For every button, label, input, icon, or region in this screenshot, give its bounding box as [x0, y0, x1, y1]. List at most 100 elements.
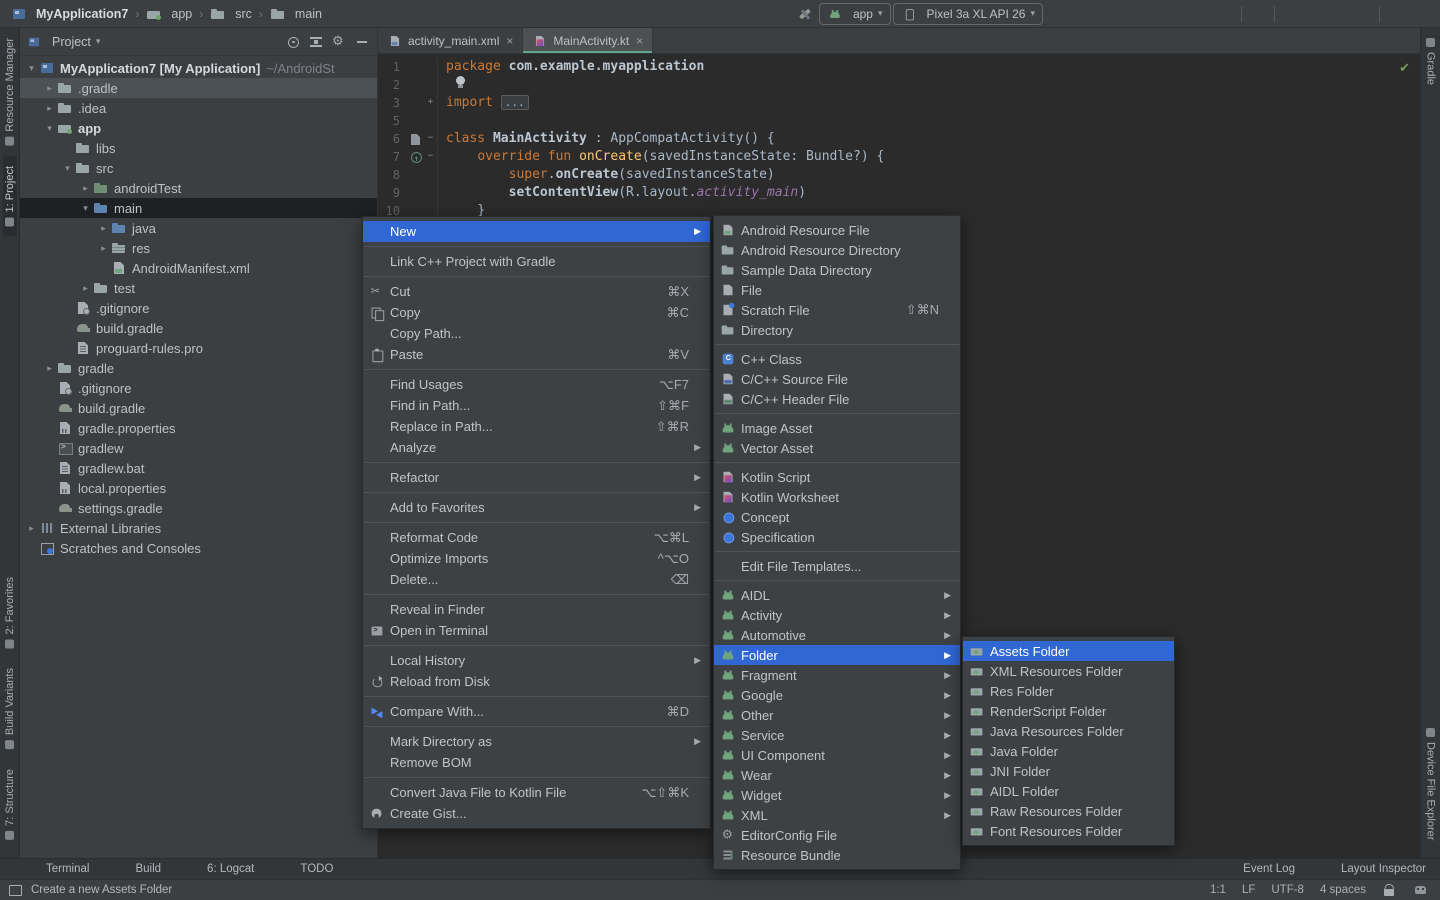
menu-item[interactable]: Add to Favorites ▶: [363, 497, 710, 518]
toolbar-icon[interactable]: [1069, 3, 1093, 25]
tree-arrow-icon[interactable]: ▸: [42, 103, 57, 114]
fold-marker[interactable]: [424, 58, 437, 76]
menu-item[interactable]: Kotlin Script ▶: [714, 467, 960, 487]
menu-item[interactable]: Find Usages ⌥F7 ▶: [363, 374, 710, 395]
menu-item[interactable]: Other ▶: [714, 705, 960, 725]
unlock-icon[interactable]: [1382, 883, 1397, 897]
menu-item[interactable]: Android Resource File ▶: [714, 220, 960, 240]
menu-item[interactable]: Google ▶: [714, 685, 960, 705]
code-line[interactable]: 2: [378, 76, 1420, 94]
tree-row[interactable]: ▸ androidTest: [20, 178, 377, 198]
menu-item[interactable]: New ▶: [363, 221, 710, 242]
related-icon[interactable]: [408, 130, 424, 148]
menu-item[interactable]: Open in Terminal ▶: [363, 620, 710, 641]
menu-item[interactable]: Analyze ▶: [363, 437, 710, 458]
gutter-icon[interactable]: [408, 76, 424, 94]
fold-marker[interactable]: [424, 112, 437, 130]
tree-row[interactable]: gradle.properties: [20, 418, 377, 438]
toolbar-icon[interactable]: [1279, 3, 1303, 25]
tree-row[interactable]: ▾ app: [20, 118, 377, 138]
code-line[interactable]: 9 setContentView(R.layout.activity_main): [378, 184, 1420, 202]
tree-arrow-icon[interactable]: ▸: [42, 363, 57, 374]
menu-item[interactable]: Reformat Code ⌥⌘L ▶: [363, 527, 710, 548]
menu-item[interactable]: Reveal in Finder ▶: [363, 599, 710, 620]
menu-item[interactable]: Link C++ Project with Gradle ▶: [363, 251, 710, 272]
gutter-icon[interactable]: [408, 112, 424, 130]
menu-item[interactable]: Paste ⌘V ▶: [363, 344, 710, 365]
code-line[interactable]: 8 super.onCreate(savedInstanceState): [378, 166, 1420, 184]
tree-row[interactable]: ▸ gradle: [20, 358, 377, 378]
menu-item[interactable]: Create Gist... ▶: [363, 803, 710, 824]
tool-window-button[interactable]: Gradle: [1424, 28, 1438, 95]
tree-row[interactable]: gradlew.bat: [20, 458, 377, 478]
menu-item[interactable]: Res Folder ▶: [963, 681, 1174, 701]
tree-row[interactable]: ▸ test: [20, 278, 377, 298]
menu-item[interactable]: Raw Resources Folder ▶: [963, 801, 1174, 821]
menu-item[interactable]: Delete... ⌫ ▶: [363, 569, 710, 590]
tool-window-button[interactable]: Terminal: [26, 862, 89, 876]
gutter-icon[interactable]: [408, 94, 424, 112]
code-line[interactable]: 3 + import ...: [378, 94, 1420, 112]
menu-item[interactable]: C++ Class ▶: [714, 349, 960, 369]
fold-marker[interactable]: [424, 184, 437, 202]
breadcrumb-item[interactable]: MyApplication7: [8, 6, 131, 22]
menu-item[interactable]: RenderScript Folder ▶: [963, 701, 1174, 721]
toggle-tool-windows-icon[interactable]: [8, 883, 23, 897]
menu-item[interactable]: Sample Data Directory ▶: [714, 260, 960, 280]
toolbar-icon[interactable]: [1117, 3, 1141, 25]
menu-item[interactable]: Font Resources Folder ▶: [963, 821, 1174, 841]
toolbar-icon[interactable]: [1384, 3, 1408, 25]
intention-bulb-icon[interactable]: [456, 76, 465, 88]
menu-item[interactable]: Local History ▶: [363, 650, 710, 671]
gutter-icon[interactable]: [408, 166, 424, 184]
menu-item[interactable]: Java Resources Folder ▶: [963, 721, 1174, 741]
menu-item[interactable]: Cut ⌘X ▶: [363, 281, 710, 302]
tree-arrow-icon[interactable]: ▾: [60, 163, 75, 174]
tree-row[interactable]: gradlew: [20, 438, 377, 458]
tree-row[interactable]: build.gradle: [20, 398, 377, 418]
menu-item[interactable]: Vector Asset ▶: [714, 438, 960, 458]
gutter-icon[interactable]: [408, 184, 424, 202]
menu-item[interactable]: Android Resource Directory ▶: [714, 240, 960, 260]
tool-window-button[interactable]: Layout Inspector: [1321, 862, 1426, 876]
menu-item[interactable]: Reload from Disk ▶: [363, 671, 710, 692]
toolbar-icon[interactable]: [1303, 3, 1327, 25]
menu-item[interactable]: XML ▶: [714, 805, 960, 825]
tree-arrow-icon[interactable]: ▸: [42, 83, 57, 94]
toolbar-icon[interactable]: [1246, 3, 1270, 25]
menu-item[interactable]: Convert Java File to Kotlin File ⌥⇧⌘K ▶: [363, 782, 710, 803]
menu-item[interactable]: Refactor ▶: [363, 467, 710, 488]
code-editor[interactable]: 1 package com.example.myapplication 2 3 …: [378, 54, 1420, 220]
breadcrumb-item[interactable]: app: [143, 6, 195, 22]
breadcrumb-item[interactable]: main: [267, 6, 325, 22]
status-widget[interactable]: 1:1: [1210, 884, 1226, 896]
gear-icon[interactable]: [330, 33, 348, 51]
gutter-icon[interactable]: [408, 58, 424, 76]
tree-row[interactable]: ▸ .gradle: [20, 78, 377, 98]
tree-arrow-icon[interactable]: ▸: [96, 243, 111, 254]
tree-row[interactable]: AndroidManifest.xml: [20, 258, 377, 278]
menu-item[interactable]: Optimize Imports ^⌥O ▶: [363, 548, 710, 569]
breadcrumb-item[interactable]: src: [207, 6, 255, 22]
menu-item[interactable]: Compare With... ⌘D ▶: [363, 701, 710, 722]
status-widget[interactable]: LF: [1242, 884, 1255, 896]
menu-item[interactable]: Automotive ▶: [714, 625, 960, 645]
menu-item[interactable]: Remove BOM ▶: [363, 752, 710, 773]
menu-item[interactable]: C/C++ Header File ▶: [714, 389, 960, 409]
tree-row[interactable]: ▸ res: [20, 238, 377, 258]
toolbar-icon[interactable]: [1327, 3, 1351, 25]
fold-marker[interactable]: [424, 166, 437, 184]
tree-row[interactable]: proguard-rules.pro: [20, 338, 377, 358]
run-config-combo[interactable]: app ▾: [819, 3, 891, 25]
status-widget[interactable]: 4 spaces: [1320, 884, 1366, 896]
tree-arrow-icon[interactable]: ▾: [24, 63, 39, 74]
tool-window-button[interactable]: Build Variants: [3, 658, 17, 759]
menu-item[interactable]: UI Component ▶: [714, 745, 960, 765]
toolbar-icon[interactable]: [1093, 3, 1117, 25]
menu-item[interactable]: Kotlin Worksheet ▶: [714, 487, 960, 507]
tree-row[interactable]: settings.gradle: [20, 498, 377, 518]
code-line[interactable]: 6 − class MainActivity : AppCompatActivi…: [378, 130, 1420, 148]
tree-arrow-icon[interactable]: ▸: [96, 223, 111, 234]
toolbar-icon[interactable]: [1165, 3, 1189, 25]
toolbar-icon[interactable]: [1141, 3, 1165, 25]
